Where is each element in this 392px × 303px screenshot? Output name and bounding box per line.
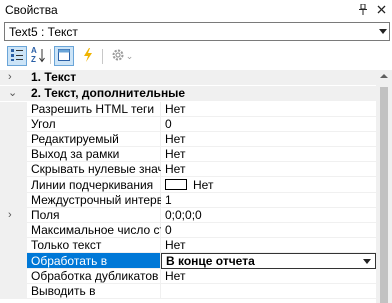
property-row[interactable]: Скрывать нулевые значения Нет (0, 162, 376, 177)
property-name: Выход за рамки (31, 147, 120, 161)
property-row[interactable]: › Поля 0;0;0;0 (0, 208, 376, 223)
gear-icon (111, 48, 125, 65)
property-row[interactable]: Линии подчеркивания Нет (0, 177, 376, 193)
property-row[interactable]: Максимальное число строк 0 (0, 223, 376, 238)
property-value: 0 (165, 117, 172, 131)
properties-tab-button[interactable] (54, 46, 74, 66)
categorized-icon (10, 48, 24, 65)
properties-titlebar: Свойства (0, 0, 392, 20)
properties-icon (57, 48, 71, 65)
category-row[interactable]: ⌄ 2. Текст, дополнительные (0, 86, 376, 101)
property-value: 0 (165, 223, 172, 237)
categorized-view-button[interactable] (7, 46, 27, 66)
toolbar-separator (102, 49, 103, 64)
property-value: Нет (165, 238, 186, 252)
property-row[interactable]: Только текст Нет (0, 238, 376, 253)
property-name: Междустрочный интервал (31, 193, 161, 207)
property-name: Линии подчеркивания (31, 178, 154, 192)
property-value: 1 (165, 193, 172, 207)
chevron-down-icon[interactable] (363, 259, 371, 264)
property-name: Разрешить HTML теги (31, 102, 155, 116)
property-name: Скрывать нулевые значения (31, 162, 161, 176)
category-label: 1. Текст (31, 70, 77, 84)
window-title: Свойства (5, 3, 58, 17)
color-swatch[interactable] (165, 179, 187, 190)
property-value-dropdown[interactable]: В конце отчета (161, 253, 376, 269)
sort-az-bottom-letter: Z (31, 55, 36, 64)
lightning-icon (82, 47, 94, 65)
property-row[interactable]: Редактируемый Нет (0, 132, 376, 147)
property-value: Нет (165, 132, 186, 146)
object-selector[interactable]: Text5 : Текст (4, 22, 390, 41)
object-selector-value: Text5 : Текст (9, 25, 78, 39)
chevron-right-icon[interactable]: › (8, 70, 12, 85)
chevron-down-icon: ⌄ (125, 50, 134, 61)
property-name: Максимальное число строк (31, 223, 161, 237)
property-name: Угол (31, 117, 56, 131)
chevron-down-icon[interactable] (379, 29, 387, 34)
vertical-scrollbar[interactable] (376, 70, 392, 303)
property-value: Нет (165, 102, 186, 116)
toolbar-separator (50, 49, 51, 64)
sort-az-top-letter: A (31, 46, 37, 55)
property-value: Нет (165, 162, 186, 176)
scroll-up-arrow-icon[interactable] (380, 74, 388, 78)
property-name: Выводить в (31, 284, 96, 298)
events-tab-button[interactable] (78, 46, 98, 66)
property-value: Нет (165, 147, 186, 161)
property-row[interactable]: Обработка дубликатов Нет (0, 269, 376, 284)
property-row[interactable]: Разрешить HTML теги Нет (0, 102, 376, 117)
property-name: Обработка дубликатов (31, 269, 159, 283)
property-name: Обработать в (31, 254, 108, 268)
alphabetical-view-button[interactable]: A Z (28, 46, 48, 66)
property-name: Только текст (31, 238, 102, 252)
category-row[interactable]: › 1. Текст (0, 70, 376, 85)
sort-az-icon: A Z (30, 46, 46, 64)
chevron-right-icon[interactable]: › (8, 208, 12, 223)
scrollbar-thumb[interactable] (380, 87, 388, 303)
category-label: 2. Текст, дополнительные (31, 86, 186, 100)
property-row-selected[interactable]: Обработать в В конце отчета (0, 253, 376, 269)
property-row[interactable]: Угол 0 (0, 117, 376, 132)
property-value: Нет (165, 269, 186, 283)
pin-icon[interactable] (356, 2, 370, 17)
properties-toolbar: A Z ⌄ (0, 44, 392, 68)
property-value: Нет (193, 178, 214, 192)
property-name: Редактируемый (31, 132, 119, 146)
settings-dropdown-button[interactable]: ⌄ (108, 46, 136, 66)
chevron-down-icon[interactable]: ⌄ (8, 86, 17, 101)
property-row[interactable]: Выводить в (0, 284, 376, 299)
property-value: 0;0;0;0 (165, 208, 202, 222)
property-value: В конце отчета (166, 254, 255, 268)
property-row[interactable]: Выход за рамки Нет (0, 147, 376, 162)
property-row[interactable]: Междустрочный интервал 1 (0, 193, 376, 208)
close-icon[interactable] (374, 2, 388, 17)
property-grid: › 1. Текст ⌄ 2. Текст, дополнительные Ра… (0, 70, 376, 303)
property-name: Поля (31, 208, 60, 222)
